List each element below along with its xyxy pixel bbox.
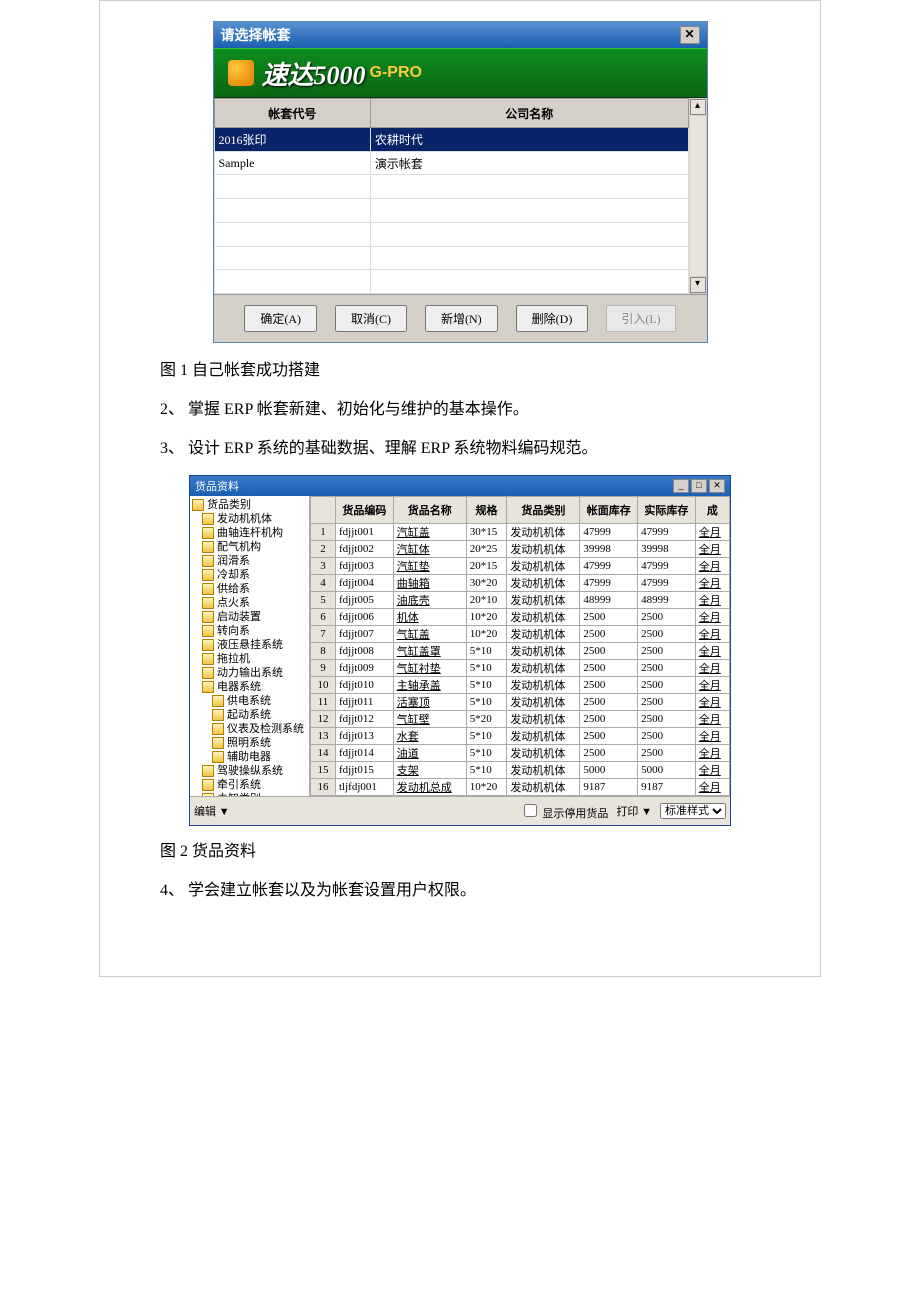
table-row[interactable]: 6fdjjt006机体10*20发动机机体25002500全月 — [311, 608, 730, 625]
paragraph-3: 3、 设计 ERP 系统的基础数据、理解 ERP 系统物料编码规范。 — [160, 435, 820, 462]
account-select-dialog: 请选择帐套 ✕ 速达5000 G-PRO 帐套代号 公司名称 2016张印 农耕… — [213, 21, 708, 343]
tree-node[interactable]: 动力输出系统 — [202, 666, 307, 680]
category-tree[interactable]: 货品类别发动机机体曲轴连杆机构配气机构润滑系冷却系供给系点火系启动装置转向系液压… — [190, 496, 310, 796]
scroll-up-icon[interactable]: ▴ — [690, 99, 706, 115]
show-disabled-checkbox[interactable]: 显示停用货品 — [520, 801, 609, 821]
tree-node[interactable]: 起动系统 — [212, 708, 307, 722]
table-row[interactable]: 13fdjjt013水套5*10发动机机体25002500全月 — [311, 727, 730, 744]
tree-node[interactable]: 供给系 — [202, 582, 307, 596]
table-row[interactable]: 8fdjjt008气缸盖罩5*10发动机机体25002500全月 — [311, 642, 730, 659]
col-header: 实际库存 — [638, 496, 696, 523]
tree-node[interactable]: 电器系统 — [202, 680, 307, 694]
tree-node[interactable]: 曲轴连杆机构 — [202, 526, 307, 540]
tree-node[interactable]: 发动机机体 — [202, 512, 307, 526]
tree-node[interactable]: 仪表及检测系统 — [212, 722, 307, 736]
table-row[interactable]: 15fdjjt015支架5*10发动机机体50005000全月 — [311, 761, 730, 778]
print-button[interactable]: 打印 ▼ — [616, 803, 652, 819]
tree-node[interactable]: 供电系统 — [212, 694, 307, 708]
new-button[interactable]: 新增(N) — [425, 305, 498, 332]
paragraph-4: 4、 学会建立帐套以及为帐套设置用户权限。 — [160, 877, 820, 904]
col-header: 规格 — [466, 496, 507, 523]
tree-node[interactable]: 拖拉机 — [202, 652, 307, 666]
import-button: 引入(L) — [606, 305, 675, 332]
paragraph-2: 2、 掌握 ERP 帐套新建、初始化与维护的基本操作。 — [160, 396, 820, 423]
tree-node[interactable]: 辅助电器 — [212, 750, 307, 764]
col-header: 货品编码 — [336, 496, 394, 523]
dialog-title: 货品资料 — [195, 478, 239, 494]
table-row[interactable]: 4fdjjt004曲轴箱30*20发动机机体4799947999全月 — [311, 574, 730, 591]
tree-node[interactable]: 货品类别 — [192, 498, 307, 512]
col-code: 帐套代号 — [214, 99, 370, 128]
product-table[interactable]: 货品编码货品名称规格货品类别帐面库存实际库存成1fdjjt001汽缸盖30*15… — [310, 496, 730, 796]
brand-sub: G-PRO — [370, 64, 422, 82]
col-header: 帐面库存 — [580, 496, 638, 523]
tree-node[interactable]: 液压悬挂系统 — [202, 638, 307, 652]
table-row[interactable]: 2fdjjt002汽缸体20*25发动机机体3999839998全月 — [311, 540, 730, 557]
tree-node[interactable]: 配气机构 — [202, 540, 307, 554]
col-header: 货品类别 — [507, 496, 580, 523]
maximize-icon[interactable]: □ — [691, 479, 707, 493]
table-row[interactable]: 12fdjjt012气缸壁5*20发动机机体25002500全月 — [311, 710, 730, 727]
table-row[interactable]: 14fdjjt014油道5*10发动机机体25002500全月 — [311, 744, 730, 761]
account-table[interactable]: 帐套代号 公司名称 2016张印 农耕时代 Sample 演示帐套 — [214, 98, 689, 294]
tree-node[interactable]: 冷却系 — [202, 568, 307, 582]
table-row[interactable]: 9fdjjt009气缸衬垫5*10发动机机体25002500全月 — [311, 659, 730, 676]
table-row[interactable]: 16tljfdj001发动机总成10*20发动机机体91879187全月 — [311, 778, 730, 795]
dialog-title: 请选择帐套 — [221, 25, 291, 45]
tree-node[interactable]: 启动装置 — [202, 610, 307, 624]
minimize-icon[interactable]: _ — [673, 479, 689, 493]
table-row[interactable]: 5fdjjt005油底壳20*10发动机机体4899948999全月 — [311, 591, 730, 608]
tree-node[interactable]: 照明系统 — [212, 736, 307, 750]
table-row[interactable]: Sample 演示帐套 — [214, 151, 688, 175]
ok-button[interactable]: 确定(A) — [244, 305, 317, 332]
style-select[interactable]: 标准样式 — [660, 803, 726, 819]
edit-menu-button[interactable]: 编辑 ▼ — [194, 803, 230, 819]
scroll-down-icon[interactable]: ▾ — [690, 277, 706, 293]
cancel-button[interactable]: 取消(C) — [335, 305, 407, 332]
product-info-dialog: 货品资料 _ □ ✕ 货品类别发动机机体曲轴连杆机构配气机构润滑系冷却系供给系点… — [189, 475, 731, 826]
tree-node[interactable]: 转向系 — [202, 624, 307, 638]
brand-logo-icon — [228, 60, 254, 86]
scrollbar[interactable]: ▴ ▾ — [689, 98, 707, 294]
table-row[interactable]: 10fdjjt010主轴承盖5*10发动机机体25002500全月 — [311, 676, 730, 693]
delete-button[interactable]: 删除(D) — [516, 305, 589, 332]
col-header — [311, 496, 336, 523]
close-icon[interactable]: ✕ — [680, 26, 700, 44]
tree-node[interactable]: 牵引系统 — [202, 778, 307, 792]
tree-node[interactable]: 驾驶操纵系统 — [202, 764, 307, 778]
tree-node[interactable]: 点火系 — [202, 596, 307, 610]
caption-1: 图 1 自己帐套成功搭建 — [160, 357, 820, 384]
table-row[interactable]: 11fdjjt011活塞顶5*10发动机机体25002500全月 — [311, 693, 730, 710]
brand-text: 速达5000 — [262, 55, 366, 92]
col-header: 货品名称 — [393, 496, 466, 523]
scroll-thumb[interactable] — [690, 116, 706, 276]
close-icon[interactable]: ✕ — [709, 479, 725, 493]
tree-node[interactable]: 润滑系 — [202, 554, 307, 568]
table-row[interactable]: 2016张印 农耕时代 — [214, 128, 688, 152]
col-header: 成 — [695, 496, 729, 523]
col-company: 公司名称 — [370, 99, 688, 128]
table-row[interactable]: 3fdjjt003汽缸垫20*15发动机机体4799947999全月 — [311, 557, 730, 574]
table-row[interactable]: 7fdjjt007气缸盖10*20发动机机体25002500全月 — [311, 625, 730, 642]
tree-node[interactable]: 未知类别 — [202, 792, 307, 796]
table-row[interactable]: 1fdjjt001汽缸盖30*15发动机机体4799947999全月 — [311, 523, 730, 540]
caption-2: 图 2 货品资料 — [160, 838, 820, 865]
brand-banner: 速达5000 G-PRO — [214, 48, 707, 98]
